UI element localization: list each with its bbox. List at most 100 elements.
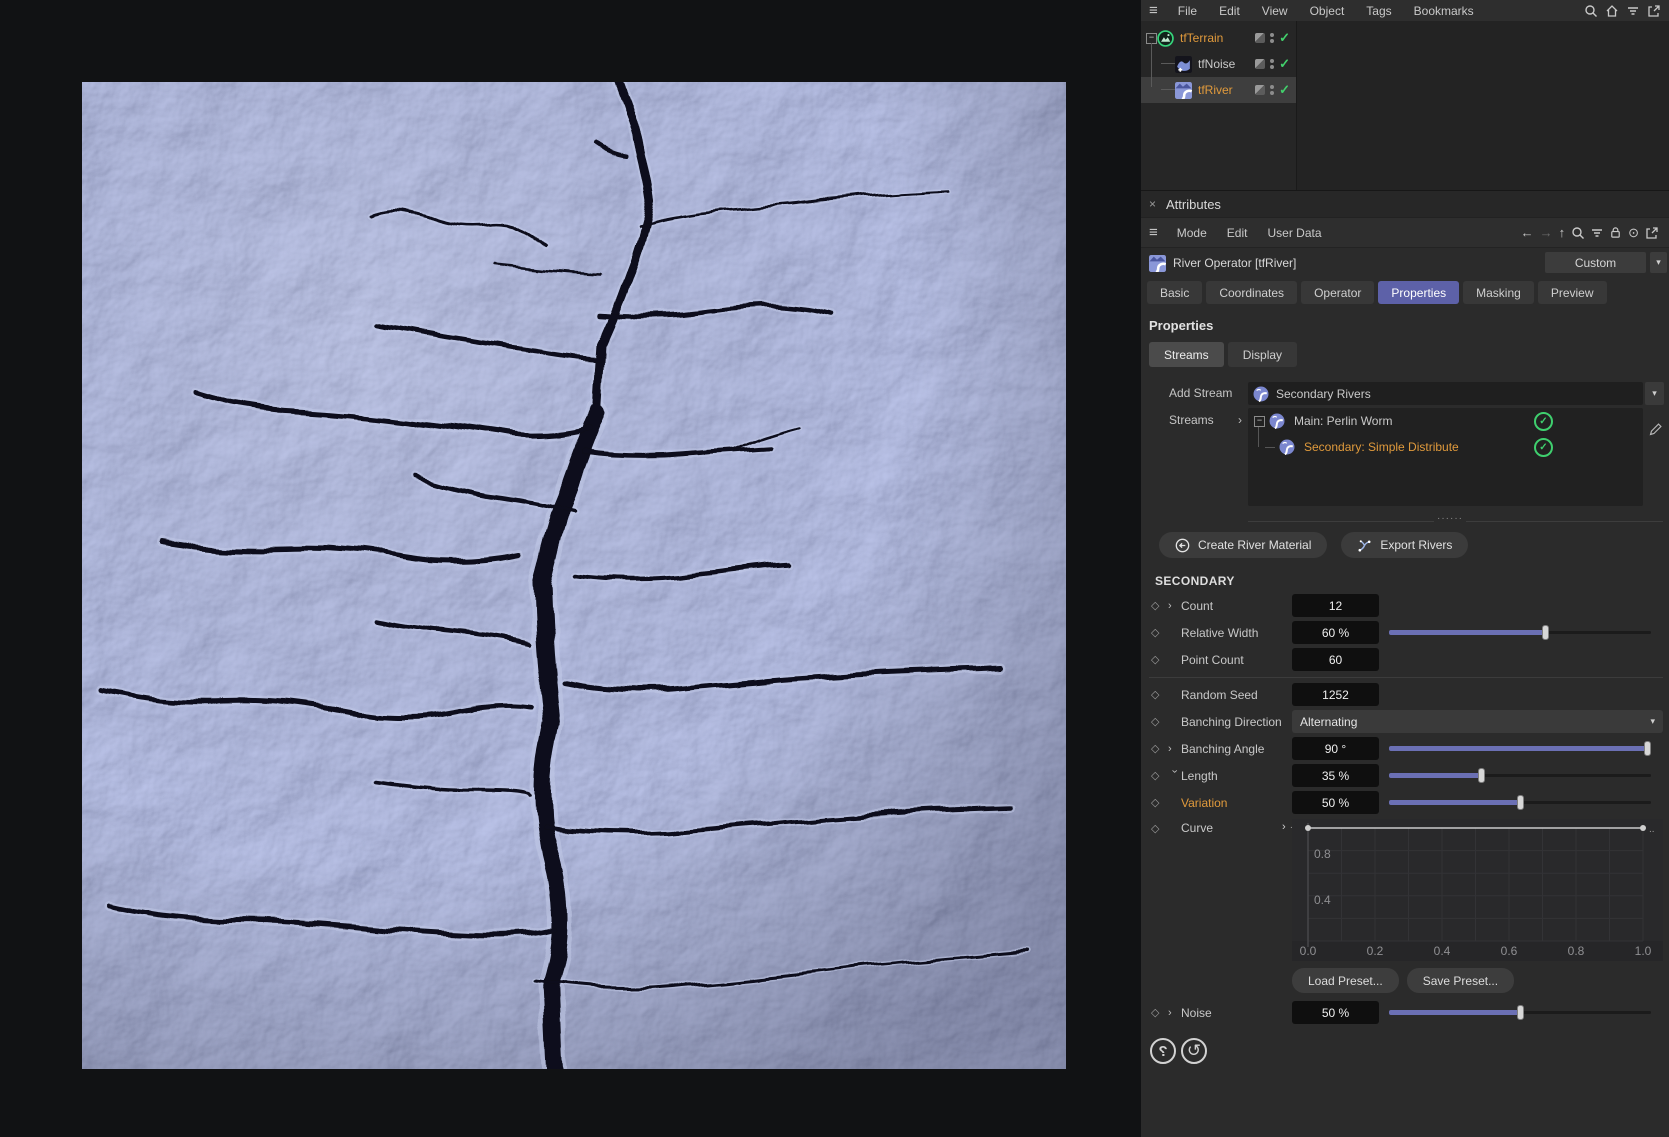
forward-arrow-icon[interactable]: → xyxy=(1540,225,1553,240)
up-arrow-icon[interactable]: ↑ xyxy=(1559,225,1566,240)
visibility-dots-icon[interactable] xyxy=(1270,85,1275,95)
expander-icon[interactable]: − xyxy=(1254,415,1265,427)
add-stream-dropdown-arrow-icon[interactable]: ▾ xyxy=(1645,382,1664,405)
enabled-check-icon[interactable]: ✓ xyxy=(1279,56,1290,72)
svg-text:0.0: 0.0 xyxy=(1300,944,1317,958)
enabled-check-icon[interactable]: ✓ xyxy=(1279,30,1290,46)
tab-properties[interactable]: Properties xyxy=(1378,281,1460,304)
filter-icon[interactable] xyxy=(1626,4,1640,18)
tab-basic[interactable]: Basic xyxy=(1147,281,1203,304)
keyframe-diamond-icon[interactable]: ◇ xyxy=(1151,742,1168,755)
preset-dropdown[interactable]: Custom xyxy=(1545,252,1646,273)
expander-icon[interactable]: − xyxy=(1146,32,1157,44)
visibility-dots-icon[interactable] xyxy=(1270,33,1275,43)
keyframe-diamond-icon[interactable]: ◇ xyxy=(1151,626,1168,639)
keyframe-diamond-icon[interactable]: ◇ xyxy=(1151,653,1168,666)
layer-toggle-icon[interactable] xyxy=(1255,33,1266,43)
slider-handle[interactable] xyxy=(1542,625,1549,640)
param-expand-icon[interactable]: › xyxy=(1168,743,1181,755)
tree-item-tfterrain[interactable]: − tfTerrain ✓ xyxy=(1141,25,1296,51)
back-arrow-icon[interactable]: ← xyxy=(1521,225,1534,240)
streams-expand-icon[interactable]: › xyxy=(1238,413,1242,427)
external-link-icon[interactable] xyxy=(1647,4,1661,18)
enabled-check-icon[interactable]: ✓ xyxy=(1279,82,1290,98)
tab-operator[interactable]: Operator xyxy=(1301,281,1375,304)
export-rivers-button[interactable]: Export Rivers xyxy=(1341,532,1469,558)
param-value-field[interactable]: 12 xyxy=(1292,594,1379,617)
param-slider[interactable] xyxy=(1389,737,1651,760)
group-tab-display[interactable]: Display xyxy=(1227,342,1298,367)
menubar-item-object[interactable]: Object xyxy=(1299,4,1356,18)
close-icon[interactable]: × xyxy=(1141,197,1166,211)
layer-toggle-icon[interactable] xyxy=(1255,85,1266,95)
stream-enabled-check-icon[interactable]: ✓ xyxy=(1534,411,1553,431)
keyframe-diamond-icon[interactable]: ◇ xyxy=(1151,599,1168,612)
visibility-dots-icon[interactable] xyxy=(1270,59,1275,69)
tree-item-tfriver[interactable]: tfRiver ✓ xyxy=(1141,77,1296,103)
tab-preview[interactable]: Preview xyxy=(1537,281,1607,304)
param-dropdown-banching-direction[interactable]: Alternating ▾ xyxy=(1292,710,1663,733)
curve-editor-graph[interactable]: 0.8 0.4 0.0 0.2 0.4 0.6 0.8 1.0.. xyxy=(1292,819,1663,961)
param-value-field[interactable]: 1252 xyxy=(1292,683,1379,706)
help-icon[interactable]: ? xyxy=(1150,1038,1176,1064)
preset-dropdown-arrow-icon[interactable]: ▾ xyxy=(1650,252,1667,273)
tab-coordinates[interactable]: Coordinates xyxy=(1206,281,1298,304)
lock-icon[interactable] xyxy=(1609,226,1622,240)
keyframe-diamond-icon[interactable]: ◇ xyxy=(1151,688,1168,701)
search-icon[interactable] xyxy=(1571,226,1585,240)
param-slider[interactable] xyxy=(1389,1001,1651,1024)
reset-icon[interactable]: ↺ xyxy=(1181,1038,1207,1064)
param-value-field[interactable]: 35 % xyxy=(1292,764,1379,787)
pencil-icon[interactable] xyxy=(1648,422,1663,437)
slider-handle[interactable] xyxy=(1516,795,1524,810)
panel-splitter[interactable]: ······ xyxy=(1141,513,1669,528)
param-value-field[interactable]: 60 % xyxy=(1292,621,1379,644)
keyframe-diamond-icon[interactable]: ◇ xyxy=(1151,715,1168,728)
menubar-item-view[interactable]: View xyxy=(1251,4,1299,18)
group-tab-streams[interactable]: Streams xyxy=(1149,342,1224,367)
slider-handle[interactable] xyxy=(1644,741,1651,756)
param-value-field[interactable]: 60 xyxy=(1292,648,1379,671)
param-expand-icon[interactable]: › xyxy=(1169,769,1181,782)
curve-expand-icon[interactable]: › xyxy=(1282,821,1286,833)
filter-icon[interactable] xyxy=(1590,226,1603,240)
create-river-material-button[interactable]: Create River Material xyxy=(1159,532,1328,558)
attributes-menu-icon[interactable]: ≡ xyxy=(1141,224,1167,241)
save-preset-button[interactable]: Save Preset... xyxy=(1406,968,1515,993)
keyframe-diamond-icon[interactable]: ◇ xyxy=(1151,1006,1168,1019)
menubar-item-file[interactable]: File xyxy=(1167,4,1208,18)
home-icon[interactable] xyxy=(1605,4,1619,18)
stream-item[interactable]: − Main: Perlin Worm ✓ xyxy=(1248,408,1643,434)
search-icon[interactable] xyxy=(1584,4,1598,18)
attr-menu-edit[interactable]: Edit xyxy=(1217,226,1258,240)
param-value-field[interactable]: 50 % xyxy=(1292,791,1379,814)
viewport-3d[interactable] xyxy=(0,0,1142,1137)
param-slider[interactable] xyxy=(1389,764,1651,787)
keyframe-diamond-icon[interactable]: ◇ xyxy=(1151,769,1168,782)
stream-enabled-check-icon[interactable]: ✓ xyxy=(1534,437,1553,457)
keyframe-diamond-icon[interactable]: ◇ xyxy=(1151,796,1168,809)
slider-handle[interactable] xyxy=(1478,768,1486,783)
keyframe-diamond-icon[interactable]: ◇ xyxy=(1151,822,1159,835)
layer-toggle-icon[interactable] xyxy=(1255,59,1266,69)
stream-item[interactable]: Secondary: Simple Distribute ✓ xyxy=(1248,434,1643,460)
menubar-item-tags[interactable]: Tags xyxy=(1355,4,1402,18)
slider-handle[interactable] xyxy=(1516,1005,1524,1020)
menubar-item-bookmarks[interactable]: Bookmarks xyxy=(1403,4,1485,18)
param-value-field[interactable]: 90 ° xyxy=(1292,737,1379,760)
target-icon[interactable]: ⊙ xyxy=(1628,225,1639,241)
tree-item-tfnoise[interactable]: tfNoise ✓ xyxy=(1141,51,1296,77)
param-expand-icon[interactable]: › xyxy=(1168,1007,1181,1019)
attr-menu-user-data[interactable]: User Data xyxy=(1257,226,1331,240)
load-preset-button[interactable]: Load Preset... xyxy=(1292,968,1399,993)
add-stream-dropdown[interactable]: Secondary Rivers xyxy=(1248,382,1643,405)
menubar-item-edit[interactable]: Edit xyxy=(1208,4,1251,18)
param-slider[interactable] xyxy=(1389,791,1651,814)
tab-masking[interactable]: Masking xyxy=(1463,281,1534,304)
param-slider[interactable] xyxy=(1389,621,1651,644)
param-value-field[interactable]: 50 % xyxy=(1292,1001,1379,1024)
attr-menu-mode[interactable]: Mode xyxy=(1167,226,1217,240)
param-expand-icon[interactable]: › xyxy=(1168,600,1181,612)
panel-menu-icon[interactable]: ≡ xyxy=(1141,2,1167,19)
external-link-icon[interactable] xyxy=(1645,226,1659,240)
